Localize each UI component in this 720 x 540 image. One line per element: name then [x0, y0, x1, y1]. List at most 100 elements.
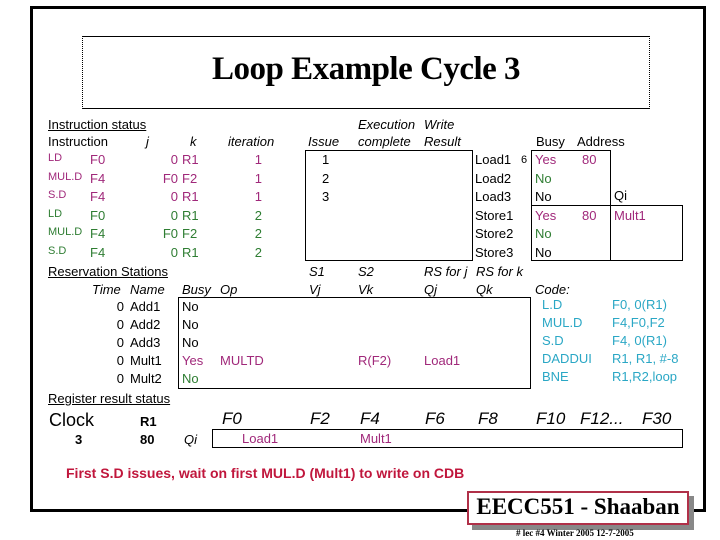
register-name: F6: [425, 409, 445, 428]
store-qi-divider: [610, 205, 611, 261]
register-name: F0: [222, 409, 242, 428]
rs-header-s1: S1: [309, 264, 325, 279]
code-heading: Code:: [535, 282, 570, 297]
rs-busy: No: [182, 299, 199, 314]
instruction-j: 0: [170, 207, 178, 223]
instruction-j: 0: [170, 244, 178, 260]
buffer-busy: Yes: [535, 207, 557, 223]
instruction-k: F2: [182, 170, 198, 186]
instruction-op: S.D: [48, 189, 67, 201]
instruction-k: R1: [182, 189, 199, 204]
header-execution: Execution: [358, 117, 416, 132]
register-status-box: [212, 429, 683, 448]
instruction-op: LD: [48, 152, 63, 164]
register-name: F30: [642, 409, 672, 428]
instruction-iteration: 1: [254, 189, 262, 204]
register-name: F10: [536, 409, 566, 428]
instruction-op: MUL.D: [48, 226, 83, 238]
buffer-name: Load3: [475, 189, 512, 204]
explanation-note: First S.D issues, wait on first MUL.D (M…: [66, 465, 465, 481]
r1-label: R1: [140, 414, 157, 429]
rs-time: 0: [116, 299, 124, 314]
rs-time: 0: [116, 371, 124, 386]
instruction-op: MUL.D: [48, 170, 83, 183]
course-badge: EECC551 - Shaaban: [467, 491, 689, 525]
register-name: F8: [478, 409, 498, 428]
instruction-timing-box: [305, 150, 473, 261]
header-busy: Busy: [536, 134, 565, 149]
instruction-j: 0: [170, 189, 178, 204]
rs-busy: No: [182, 317, 199, 332]
instruction-op: LD: [48, 207, 63, 220]
register-name: F4: [360, 409, 380, 428]
title-box: Loop Example Cycle 3: [82, 36, 650, 109]
load1-time: 6: [521, 154, 528, 166]
header-instruction: Instruction: [48, 134, 108, 149]
buffer-busy: No: [535, 170, 552, 186]
register-qi-f4: Mult1: [360, 431, 392, 446]
buffer-busy: No: [535, 226, 552, 241]
reservation-stations-heading: Reservation Stations: [48, 264, 168, 279]
code-op: BNE: [542, 369, 569, 384]
rs-busy: No: [182, 371, 199, 386]
rs-name: Mult1: [130, 353, 162, 368]
rs-header-qj: Qj: [424, 282, 437, 297]
instruction-iteration: 2: [254, 226, 262, 241]
instruction-j: 0: [170, 152, 178, 167]
code-op: L.D: [542, 297, 563, 312]
instruction-k: R1: [182, 207, 199, 223]
header-j: j: [146, 134, 149, 149]
rs-header-qk: Qk: [476, 282, 493, 297]
rs-time: 0: [116, 353, 124, 368]
rs-header-name: Name: [130, 282, 165, 297]
header-result: Result: [424, 134, 461, 149]
rs-busy: No: [182, 335, 199, 350]
rs-name: Mult2: [130, 371, 162, 386]
code-op: DADDUI: [542, 351, 592, 366]
rs-header-op: Op: [220, 282, 238, 297]
footer-text: # lec #4 Winter 2005 12-7-2005: [516, 528, 634, 538]
rs-name: Add1: [130, 299, 161, 314]
rs-vk: R(F2): [358, 353, 392, 368]
header-write: Write: [424, 117, 455, 132]
course-badge-text: EECC551 - Shaaban: [476, 494, 680, 519]
register-status-heading: Register result status: [48, 391, 171, 406]
buffer-address: 80: [582, 207, 597, 223]
instruction-iteration: 2: [254, 244, 262, 260]
instruction-k: R1: [182, 244, 199, 260]
rs-name: Add3: [130, 335, 161, 350]
instruction-iteration: 2: [254, 207, 262, 223]
header-complete: complete: [358, 134, 411, 149]
register-qi-f0: Load1: [242, 431, 279, 446]
header-qi: Qi: [614, 188, 627, 203]
instruction-dest: F0: [90, 207, 106, 223]
header-address: Address: [577, 134, 625, 149]
buffer-busy: No: [535, 244, 552, 260]
register-name: F12...: [580, 409, 624, 428]
buffer-name: Store2: [475, 226, 514, 241]
rs-header-rsj: RS for j: [424, 264, 468, 279]
header-iteration: iteration: [228, 134, 275, 149]
register-name: F2: [310, 409, 330, 428]
rs-op: MULTD: [220, 353, 264, 368]
code-args: R1, R1, #-8: [612, 351, 679, 366]
buffer-name: Store3: [475, 244, 514, 260]
clock-label: Clock: [49, 410, 95, 430]
instruction-iteration: 1: [254, 152, 262, 167]
rs-header-busy: Busy: [182, 282, 211, 297]
instruction-dest: F0: [90, 152, 106, 167]
code-args: R1,R2,loop: [612, 369, 678, 384]
instruction-iteration: 1: [254, 170, 262, 186]
slide-title: Loop Example Cycle 3: [211, 51, 521, 87]
instruction-op: S.D: [48, 244, 67, 257]
rs-time: 0: [116, 317, 124, 332]
rs-header-s2: S2: [358, 264, 374, 279]
buffer-name: Load2: [475, 170, 512, 186]
rs-name: Add2: [130, 317, 161, 332]
clock-value: 3: [75, 432, 83, 447]
instruction-dest: F4: [90, 226, 106, 241]
instruction-k: R1: [182, 152, 199, 167]
r1-value: 80: [140, 432, 155, 447]
instruction-dest: F4: [90, 189, 106, 204]
instruction-dest: F4: [90, 244, 106, 260]
